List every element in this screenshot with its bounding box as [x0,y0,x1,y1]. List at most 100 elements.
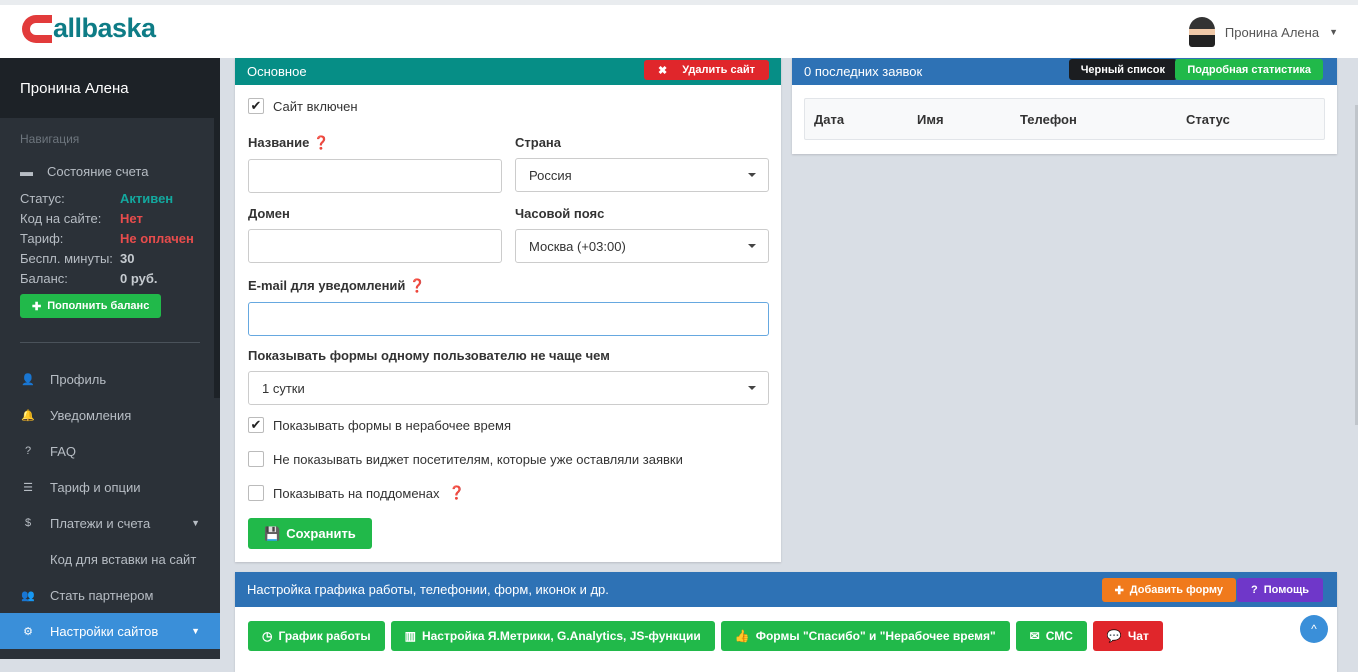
country-select[interactable]: Россия [515,158,769,192]
account-value: Нет [120,211,143,226]
sidebar-item[interactable]: 👥 Стать партнером [0,577,220,613]
timezone-value: Москва (+03:00) [529,238,626,254]
top-bar: allbaska Пронина Алена ▼ [0,0,1358,58]
sidebar-item[interactable]: 🔔 Уведомления [0,397,220,433]
topup-button[interactable]: ✚ Пополнить баланс [20,294,162,318]
panel-title: Основное [247,64,307,79]
avatar [1188,17,1215,47]
domain-label: Домен [248,206,290,221]
save-button[interactable]: 💾 Сохранить [248,518,372,549]
help-icon[interactable]: ❓ [409,278,425,293]
add-form-button[interactable]: ✚ Добавить форму [1101,578,1236,602]
column-name[interactable]: Имя [917,112,1020,127]
account-key: Код на сайте: [20,211,102,226]
caret-down-icon: ▼ [191,518,200,528]
sidebar: Пронина Алена Навигация ▬ Состояние счета… [0,58,220,659]
subdomains-checkbox[interactable]: Показывать на поддоменах ❓ [248,485,465,501]
name-input[interactable] [248,159,502,193]
account-value: 0 руб. [120,271,158,286]
account-row: Беспл. минуты: 30 [20,249,200,269]
bell-icon: 🔔 [21,409,35,422]
question-icon: ? [1251,584,1258,596]
caret-down-icon: ▼ [1329,27,1338,37]
sidebar-item[interactable]: ⚙ Настройки сайтов ▼ [0,613,220,649]
settings-button-label: График работы [278,629,371,643]
settings-button[interactable]: ✉ СМС [1015,621,1087,651]
settings-button-label: Чат [1127,629,1149,643]
account-row: Тариф: Не оплачен [20,229,200,249]
user-icon: 👤 [21,373,35,386]
help-icon[interactable]: ❓ [313,135,329,150]
sidebar-item-label: Стать партнером [50,587,154,603]
checkbox-label: Сайт включен [273,98,358,114]
user-name: Пронина Алена [1224,24,1320,40]
panel-header: Основное ✖ Удалить сайт [235,58,781,85]
account-key: Баланс: [20,271,68,286]
scroll-to-top-button[interactable]: ^ [1300,615,1328,643]
sidebar-scrollbar[interactable] [214,58,220,398]
account-value: 30 [120,251,135,266]
envelope-icon: ✉ [1029,629,1040,643]
plus-icon: ✚ [32,300,42,313]
check-icon: ✔ [248,98,264,114]
sidebar-item-label: Платежи и счета [50,515,151,531]
sidebar-item-label: Уведомления [50,407,132,423]
email-input[interactable] [248,302,769,336]
leads-table-header: Дата Имя Телефон Статус [804,98,1325,140]
account-key: Статус: [20,191,65,206]
close-icon: ✖ [657,64,668,77]
domain-input[interactable] [248,229,502,263]
sidebar-item[interactable]: ? FAQ [0,433,220,469]
column-status[interactable]: Статус [1186,112,1230,127]
caret-down-icon [748,386,756,394]
help-button[interactable]: ? Помощь [1237,578,1323,602]
checkbox-box [248,451,264,467]
briefcase-icon: ▬ [20,164,33,179]
column-phone[interactable]: Телефон [1020,112,1186,127]
hide-for-leads-checkbox[interactable]: Не показывать виджет посетителям, которы… [248,451,683,467]
sidebar-item[interactable]: $ Платежи и счета ▼ [0,505,220,541]
help-label: Помощь [1263,584,1309,596]
checkbox-label: Не показывать виджет посетителям, которы… [273,451,683,467]
blacklist-button[interactable]: Черный список [1068,59,1177,80]
plus-icon: ✚ [1114,584,1124,597]
account-row: Баланс: 0 руб. [20,269,200,289]
offhours-checkbox[interactable]: ✔ Показывать формы в нерабочее время [248,417,511,433]
checkbox-label: Показывать формы в нерабочее время [273,417,511,433]
sidebar-item[interactable]: 👤 Профиль [0,361,220,397]
column-date[interactable]: Дата [805,112,917,127]
panel-header: 0 последних заявок Черный список Подробн… [792,58,1337,85]
leads-panel: 0 последних заявок Черный список Подробн… [792,58,1337,154]
gears-icon: ⚙ [23,625,33,638]
list-icon: ☰ [23,481,33,494]
settings-button[interactable]: ▥ Настройка Я.Метрики, G.Analytics, JS-фу… [390,621,715,651]
topup-label: Пополнить баланс [47,300,150,312]
sidebar-item-label: Профиль [50,371,107,387]
frequency-select[interactable]: 1 сутки [248,371,769,405]
account-row: Код на сайте: Нет [20,209,200,229]
timezone-select[interactable]: Москва (+03:00) [515,229,769,263]
frequency-value: 1 сутки [262,380,305,396]
site-enabled-checkbox[interactable]: ✔ Сайт включен [248,98,358,114]
account-row: Статус: Активен [20,189,200,209]
help-icon[interactable]: ❓ [448,485,464,501]
user-menu[interactable]: Пронина Алена ▼ [1188,17,1338,47]
checkbox-box [248,485,264,501]
settings-button[interactable]: 💬 Чат [1092,621,1163,651]
stats-button[interactable]: Подробная статистика [1175,59,1323,80]
logo[interactable]: allbaska [22,13,156,44]
bar-chart-icon: ▥ [404,629,416,643]
sidebar-item[interactable]: Код для вставки на сайт [0,541,220,577]
settings-button-label: Формы "Спасибо" и "Нерабочее время" [755,629,996,643]
settings-button[interactable]: ◷ График работы [248,621,385,651]
settings-button[interactable]: 👍 Формы "Спасибо" и "Нерабочее время" [720,621,1010,651]
frequency-label: Показывать формы одному пользователю не … [248,348,610,363]
sidebar-item[interactable]: ☰ Тариф и опции [0,469,220,505]
delete-site-button[interactable]: ✖ Удалить сайт [643,60,769,80]
delete-label: Удалить сайт [682,64,755,76]
account-status: ▬ Состояние счета Статус: Активен Код на са… [0,160,220,322]
sidebar-item-label: Настройки сайтов [50,623,159,639]
caret-down-icon [748,244,756,252]
settings-button-label: СМС [1045,629,1073,643]
account-value: Активен [120,191,174,206]
